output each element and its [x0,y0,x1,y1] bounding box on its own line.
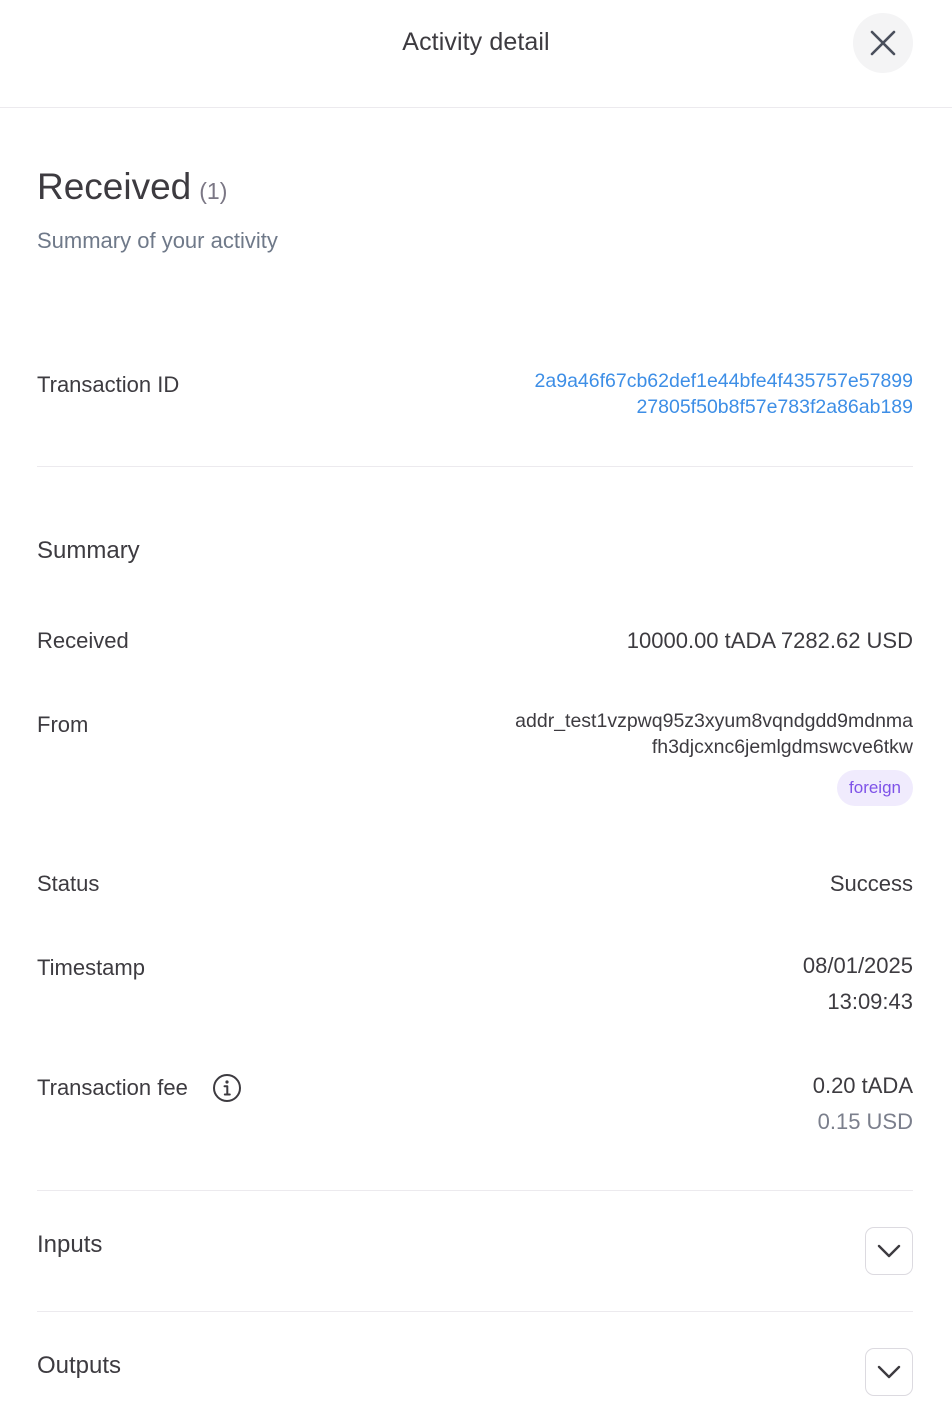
info-icon[interactable] [212,1073,242,1103]
close-icon [870,30,896,56]
activity-count: (1) [199,178,228,204]
foreign-badge: foreign [837,770,913,806]
close-button[interactable] [853,13,913,73]
timestamp-date: 08/01/2025 [802,953,913,978]
from-address-line-1: addr_test1vzpwq95z3xyum8vqndgdd9mdnma [515,710,913,732]
drawer-header: Activity detail [0,0,952,108]
divider [37,1311,913,1312]
chevron-down-icon [877,1365,901,1379]
summary-title: Summary [37,537,140,564]
divider [37,1190,913,1191]
transaction-id-label: Transaction ID [37,372,180,397]
outputs-title: Outputs [37,1352,122,1379]
status-label: Status [37,871,100,896]
from-address-line-2: fh3djcxnc6jemlgdmswcve6tkw [651,736,913,758]
page-title-text: Received [37,166,192,207]
transaction-id-line-1: 2a9a46f67cb62def1e44bfe4f435757e57899 [534,370,913,392]
fee-ada: 0.20 tADA [812,1073,913,1098]
timestamp-time: 13:09:43 [827,989,913,1014]
status-value: Success [829,871,913,896]
drawer-title: Activity detail [402,28,550,56]
timestamp-label: Timestamp [37,955,145,980]
received-label: Received [37,628,129,653]
transaction-fee-value: 0.20 tADA 0.15 USD [813,1073,913,1140]
fee-usd: 0.15 USD [817,1109,913,1134]
transaction-fee-label: Transaction fee [37,1075,188,1100]
transaction-id-line-2: 27805f50b8f57e783f2a86ab189 [636,396,913,418]
from-label: From [37,712,89,737]
inputs-title: Inputs [37,1231,103,1258]
timestamp-value: 08/01/2025 13:09:43 [803,953,913,1020]
received-value: 10000.00 tADA 7282.62 USD [626,628,913,653]
expand-inputs-button[interactable] [865,1227,913,1275]
chevron-down-icon [877,1244,901,1258]
page-subtitle: Summary of your activity [37,228,278,253]
transaction-id-link[interactable]: 2a9a46f67cb62def1e44bfe4f435757e57899 27… [535,368,913,420]
divider [37,466,913,467]
expand-outputs-button[interactable] [865,1348,913,1396]
from-address: addr_test1vzpwq95z3xyum8vqndgdd9mdnma fh… [515,708,913,760]
page-title: Received (1) [37,166,227,208]
